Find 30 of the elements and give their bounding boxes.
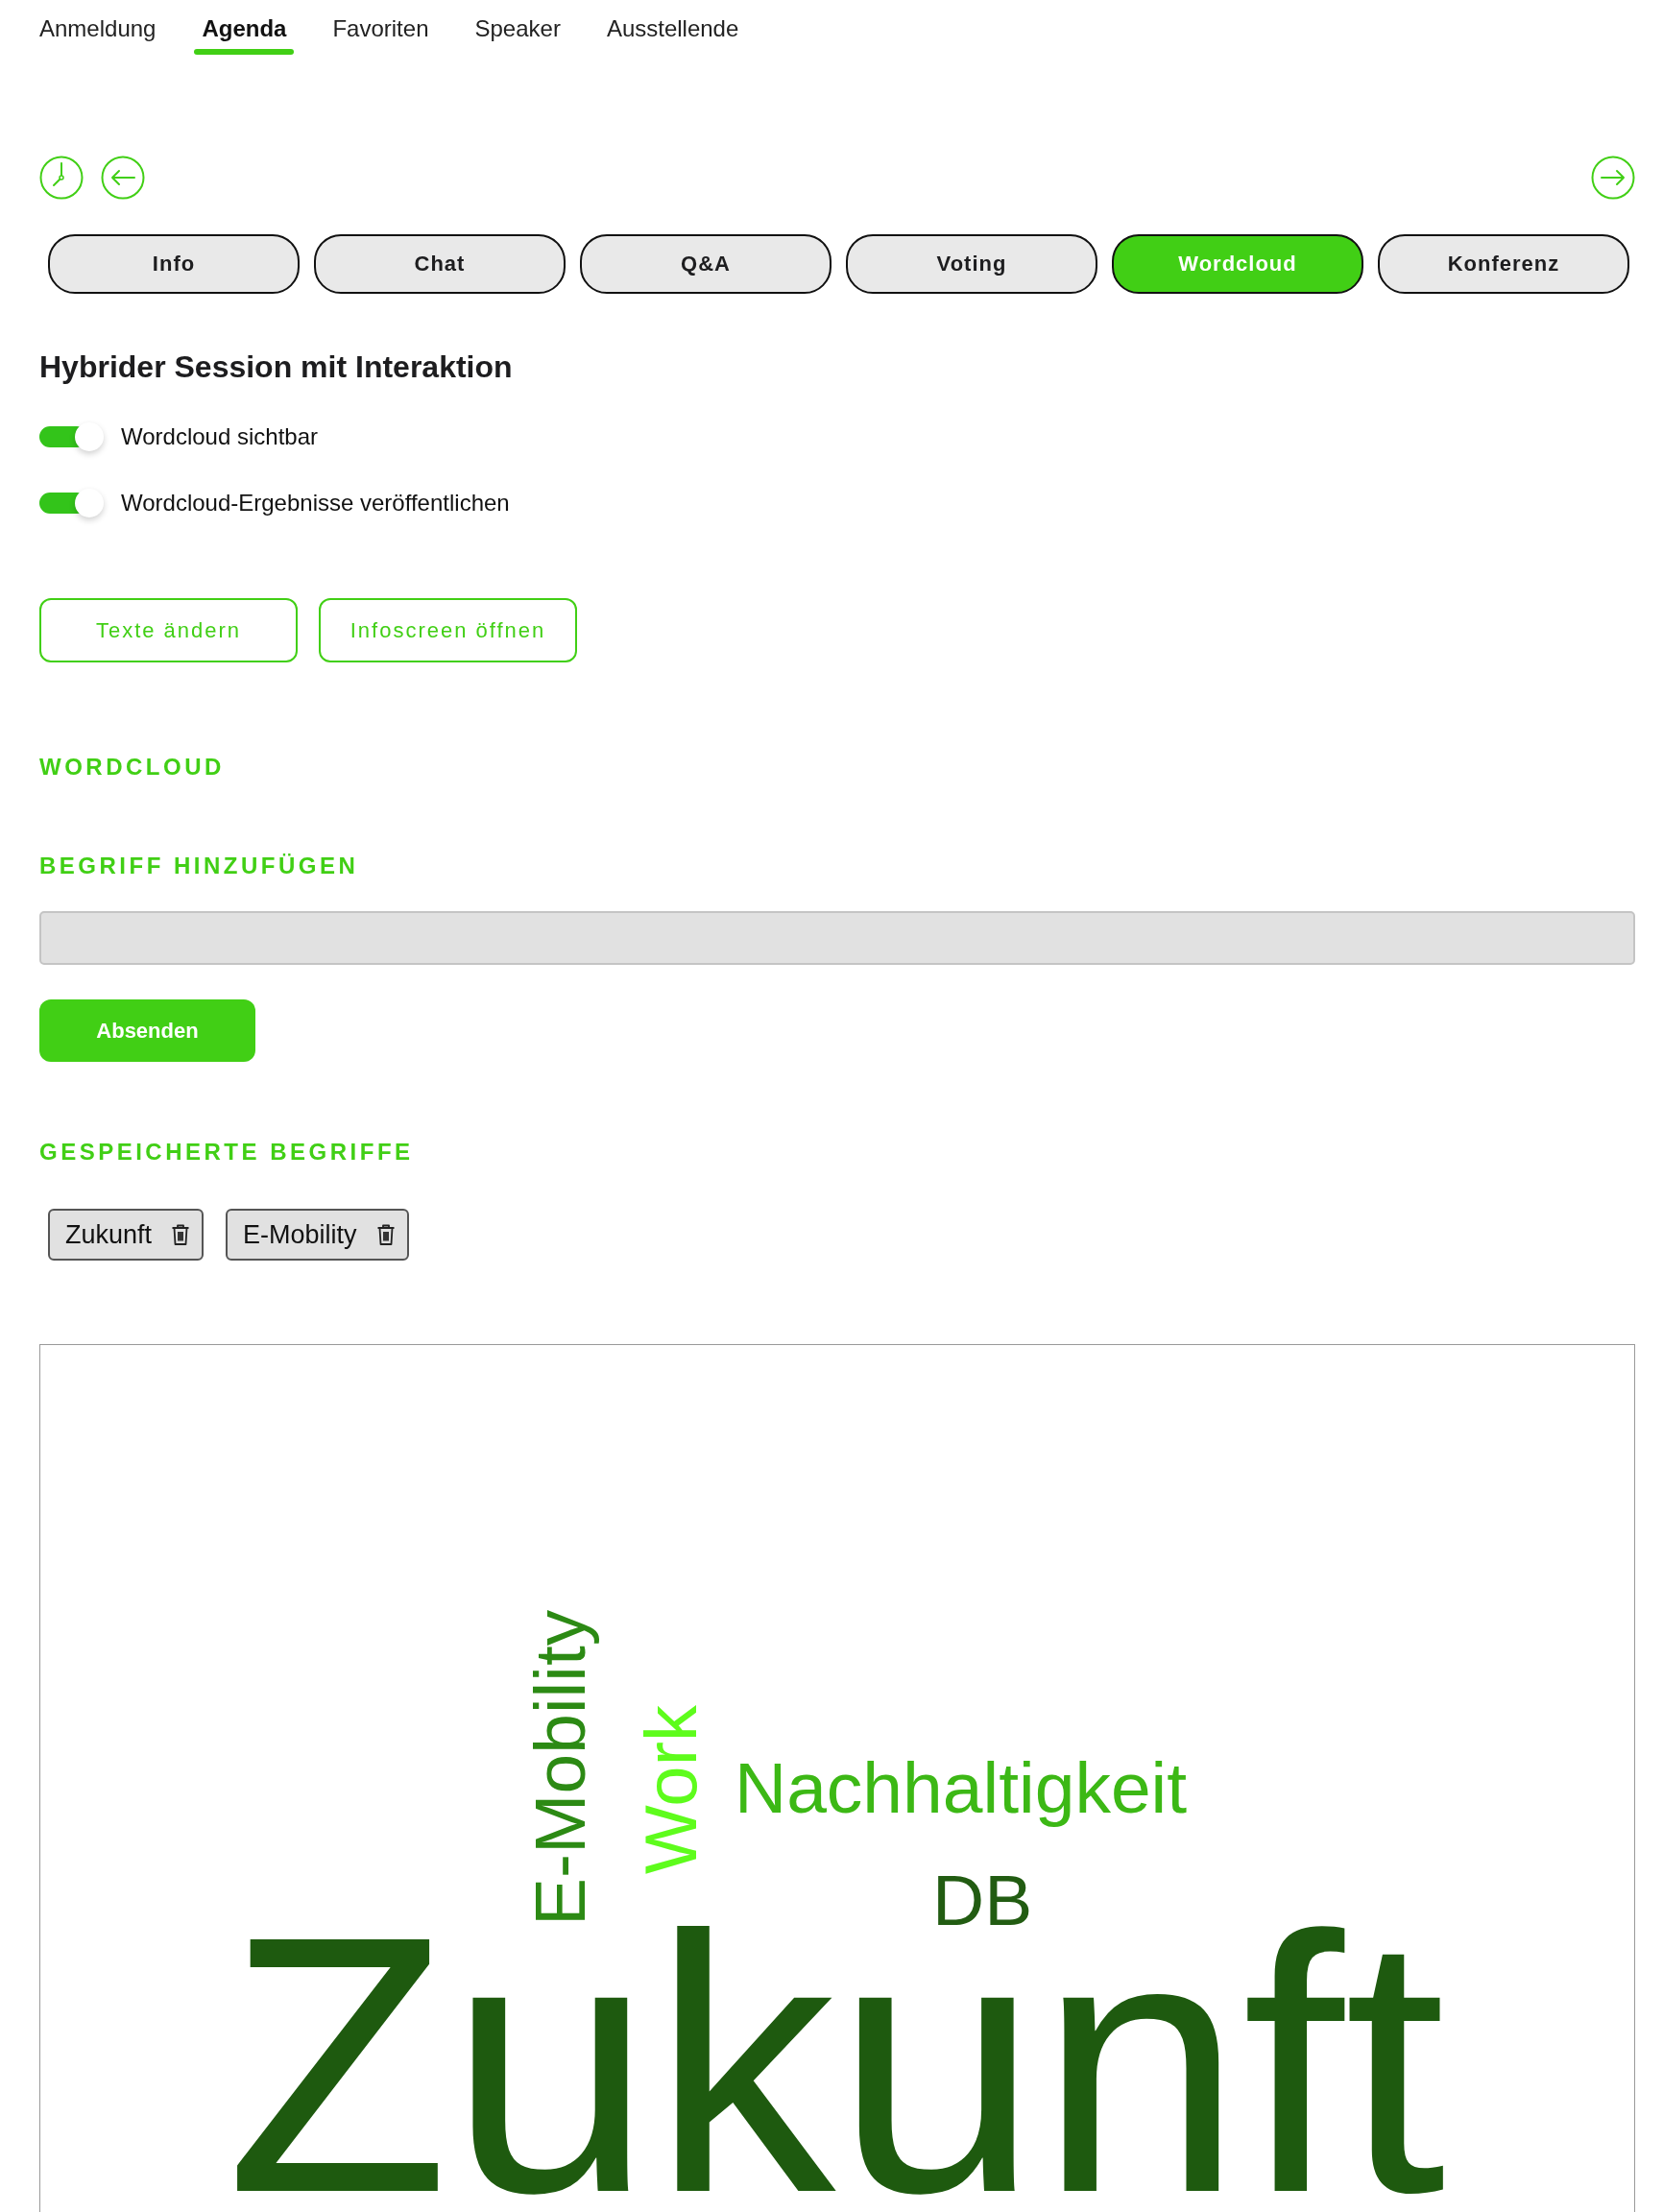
cloud-word: E-Mobility xyxy=(520,1609,601,1926)
section-heading: GESPEICHERTE BEGRIFFE xyxy=(39,1138,415,1166)
term-input[interactable] xyxy=(39,911,1635,965)
section-heading: BEGRIFF HINZUFÜGEN xyxy=(39,852,360,880)
toggle-switch[interactable] xyxy=(39,488,105,518)
session-tab[interactable]: Q&A xyxy=(580,234,832,294)
toggle-switch[interactable] xyxy=(39,421,105,452)
nav-tab[interactable]: Speaker xyxy=(467,16,568,55)
session-tab[interactable]: Konferenz xyxy=(1378,234,1629,294)
arrow-left-icon[interactable] xyxy=(101,156,145,200)
trash-icon[interactable] xyxy=(375,1223,396,1246)
term-label: E-Mobility xyxy=(243,1219,357,1250)
nav-tab[interactable]: Ausstellende xyxy=(598,16,747,55)
trash-icon[interactable] xyxy=(171,1223,191,1246)
toggle-label: Wordcloud-Ergebnisse veröffentlichen xyxy=(121,489,510,517)
cloud-word: Work xyxy=(644,1705,699,1874)
session-tab[interactable]: Info xyxy=(48,234,300,294)
arrow-right-icon[interactable] xyxy=(1591,156,1635,200)
session-title: Hybrider Session mit Interaktion xyxy=(39,349,514,385)
term-label: Zukunft xyxy=(65,1219,153,1250)
session-tab[interactable]: Voting xyxy=(846,234,1097,294)
nav-tab[interactable]: Agenda xyxy=(194,16,295,55)
nav-tab[interactable]: Anmeldung xyxy=(32,16,164,55)
cloud-word: DB xyxy=(932,1874,1033,1928)
section-heading: WORDCLOUD xyxy=(39,753,226,781)
nav-tab[interactable]: Favoriten xyxy=(325,16,437,55)
clock-icon[interactable] xyxy=(39,156,84,200)
toggle-label: Wordcloud sichtbar xyxy=(121,422,318,451)
cloud-word: Nachhaltigkeit xyxy=(735,1748,1188,1829)
session-tab[interactable]: Chat xyxy=(314,234,566,294)
